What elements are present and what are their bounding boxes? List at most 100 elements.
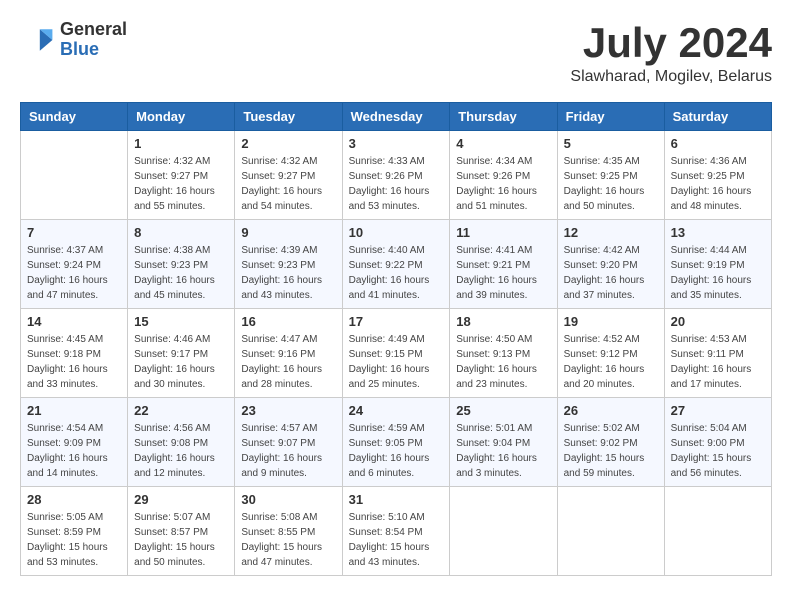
cell-day-number: 23 <box>241 403 335 418</box>
page-header: General Blue July 2024 Slawharad, Mogile… <box>20 20 772 86</box>
cell-day-number: 15 <box>134 314 228 329</box>
cell-day-number: 3 <box>349 136 444 151</box>
cell-day-number: 30 <box>241 492 335 507</box>
cell-day-number: 22 <box>134 403 228 418</box>
cell-sun-info: Sunrise: 5:05 AMSunset: 8:59 PMDaylight:… <box>27 510 121 570</box>
col-header-friday: Friday <box>557 103 664 131</box>
cell-sun-info: Sunrise: 4:50 AMSunset: 9:13 PMDaylight:… <box>456 332 550 392</box>
cell-sun-info: Sunrise: 5:01 AMSunset: 9:04 PMDaylight:… <box>456 421 550 481</box>
cell-sun-info: Sunrise: 4:41 AMSunset: 9:21 PMDaylight:… <box>456 243 550 303</box>
cell-sun-info: Sunrise: 4:38 AMSunset: 9:23 PMDaylight:… <box>134 243 228 303</box>
calendar-cell: 9 Sunrise: 4:39 AMSunset: 9:23 PMDaylight… <box>235 220 342 309</box>
calendar-cell: 17Sunrise: 4:49 AMSunset: 9:15 PMDayligh… <box>342 309 450 398</box>
col-header-monday: Monday <box>128 103 235 131</box>
cell-sun-info: Sunrise: 4:53 AMSunset: 9:11 PMDaylight:… <box>671 332 765 392</box>
calendar-cell: 30 Sunrise: 5:08 AMSunset: 8:55 PMDayligh… <box>235 487 342 576</box>
cell-day-number: 31 <box>349 492 444 507</box>
calendar-cell: 23Sunrise: 4:57 AMSunset: 9:07 PMDayligh… <box>235 398 342 487</box>
cell-day-number: 9 <box>241 225 335 240</box>
cell-sun-info: Sunrise: 4:32 AMSunset: 9:27 PMDaylight:… <box>134 154 228 214</box>
cell-sun-info: Sunrise: 4:34 AMSunset: 9:26 PMDaylight:… <box>456 154 550 214</box>
calendar-cell: 14Sunrise: 4:45 AMSunset: 9:18 PMDayligh… <box>21 309 128 398</box>
cell-day-number: 25 <box>456 403 550 418</box>
cell-day-number: 19 <box>564 314 658 329</box>
col-header-sunday: Sunday <box>21 103 128 131</box>
cell-sun-info: Sunrise: 4:42 AMSunset: 9:20 PMDaylight:… <box>564 243 658 303</box>
calendar-cell: 5Sunrise: 4:35 AMSunset: 9:25 PMDaylight… <box>557 131 664 220</box>
col-header-tuesday: Tuesday <box>235 103 342 131</box>
calendar-cell: 6 Sunrise: 4:36 AMSunset: 9:25 PMDaylight… <box>664 131 771 220</box>
cell-day-number: 28 <box>27 492 121 507</box>
cell-day-number: 10 <box>349 225 444 240</box>
cell-sun-info: Sunrise: 4:47 AMSunset: 9:16 PMDaylight:… <box>241 332 335 392</box>
cell-sun-info: Sunrise: 4:36 AMSunset: 9:25 PMDaylight:… <box>671 154 765 214</box>
calendar-table: SundayMondayTuesdayWednesdayThursdayFrid… <box>20 102 772 576</box>
calendar-cell: 13 Sunrise: 4:44 AMSunset: 9:19 PMDayligh… <box>664 220 771 309</box>
calendar-cell: 26Sunrise: 5:02 AMSunset: 9:02 PMDayligh… <box>557 398 664 487</box>
cell-day-number: 6 <box>671 136 765 151</box>
logo: General Blue <box>20 20 127 60</box>
cell-sun-info: Sunrise: 4:44 AMSunset: 9:19 PMDaylight:… <box>671 243 765 303</box>
col-header-saturday: Saturday <box>664 103 771 131</box>
calendar-week-row: 28 Sunrise: 5:05 AMSunset: 8:59 PMDayligh… <box>21 487 772 576</box>
calendar-cell: 8 Sunrise: 4:38 AMSunset: 9:23 PMDaylight… <box>128 220 235 309</box>
calendar-cell: 3 Sunrise: 4:33 AMSunset: 9:26 PMDaylight… <box>342 131 450 220</box>
col-header-wednesday: Wednesday <box>342 103 450 131</box>
cell-day-number: 18 <box>456 314 550 329</box>
calendar-cell <box>21 131 128 220</box>
calendar-cell: 2Sunrise: 4:32 AMSunset: 9:27 PMDaylight… <box>235 131 342 220</box>
month-title: July 2024 <box>570 20 772 66</box>
cell-day-number: 14 <box>27 314 121 329</box>
cell-day-number: 27 <box>671 403 765 418</box>
calendar-cell: 29Sunrise: 5:07 AMSunset: 8:57 PMDayligh… <box>128 487 235 576</box>
cell-day-number: 4 <box>456 136 550 151</box>
cell-day-number: 11 <box>456 225 550 240</box>
cell-day-number: 8 <box>134 225 228 240</box>
calendar-week-row: 1Sunrise: 4:32 AMSunset: 9:27 PMDaylight… <box>21 131 772 220</box>
cell-sun-info: Sunrise: 4:37 AMSunset: 9:24 PMDaylight:… <box>27 243 121 303</box>
calendar-week-row: 21 Sunrise: 4:54 AMSunset: 9:09 PMDayligh… <box>21 398 772 487</box>
calendar-week-row: 14Sunrise: 4:45 AMSunset: 9:18 PMDayligh… <box>21 309 772 398</box>
calendar-cell: 21 Sunrise: 4:54 AMSunset: 9:09 PMDayligh… <box>21 398 128 487</box>
cell-sun-info: Sunrise: 5:02 AMSunset: 9:02 PMDaylight:… <box>564 421 658 481</box>
cell-sun-info: Sunrise: 5:07 AMSunset: 8:57 PMDaylight:… <box>134 510 228 570</box>
calendar-cell: 31 Sunrise: 5:10 AMSunset: 8:54 PMDayligh… <box>342 487 450 576</box>
calendar-cell: 7 Sunrise: 4:37 AMSunset: 9:24 PMDaylight… <box>21 220 128 309</box>
calendar-cell: 19 Sunrise: 4:52 AMSunset: 9:12 PMDayligh… <box>557 309 664 398</box>
calendar-cell: 1Sunrise: 4:32 AMSunset: 9:27 PMDaylight… <box>128 131 235 220</box>
cell-day-number: 5 <box>564 136 658 151</box>
cell-sun-info: Sunrise: 4:40 AMSunset: 9:22 PMDaylight:… <box>349 243 444 303</box>
cell-day-number: 16 <box>241 314 335 329</box>
cell-sun-info: Sunrise: 5:04 AMSunset: 9:00 PMDaylight:… <box>671 421 765 481</box>
cell-sun-info: Sunrise: 4:39 AMSunset: 9:23 PMDaylight:… <box>241 243 335 303</box>
calendar-cell: 24Sunrise: 4:59 AMSunset: 9:05 PMDayligh… <box>342 398 450 487</box>
calendar-cell: 10 Sunrise: 4:40 AMSunset: 9:22 PMDayligh… <box>342 220 450 309</box>
calendar-header-row: SundayMondayTuesdayWednesdayThursdayFrid… <box>21 103 772 131</box>
cell-day-number: 21 <box>27 403 121 418</box>
calendar-cell <box>557 487 664 576</box>
cell-day-number: 7 <box>27 225 121 240</box>
col-header-thursday: Thursday <box>450 103 557 131</box>
calendar-cell: 11 Sunrise: 4:41 AMSunset: 9:21 PMDayligh… <box>450 220 557 309</box>
calendar-cell: 16 Sunrise: 4:47 AMSunset: 9:16 PMDayligh… <box>235 309 342 398</box>
calendar-cell: 25 Sunrise: 5:01 AMSunset: 9:04 PMDayligh… <box>450 398 557 487</box>
cell-sun-info: Sunrise: 4:49 AMSunset: 9:15 PMDaylight:… <box>349 332 444 392</box>
cell-sun-info: Sunrise: 4:46 AMSunset: 9:17 PMDaylight:… <box>134 332 228 392</box>
cell-sun-info: Sunrise: 4:59 AMSunset: 9:05 PMDaylight:… <box>349 421 444 481</box>
calendar-cell: 4 Sunrise: 4:34 AMSunset: 9:26 PMDaylight… <box>450 131 557 220</box>
cell-sun-info: Sunrise: 5:10 AMSunset: 8:54 PMDaylight:… <box>349 510 444 570</box>
cell-sun-info: Sunrise: 4:54 AMSunset: 9:09 PMDaylight:… <box>27 421 121 481</box>
title-block: July 2024 Slawharad, Mogilev, Belarus <box>570 20 772 86</box>
cell-sun-info: Sunrise: 4:56 AMSunset: 9:08 PMDaylight:… <box>134 421 228 481</box>
cell-day-number: 20 <box>671 314 765 329</box>
calendar-cell: 15 Sunrise: 4:46 AMSunset: 9:17 PMDayligh… <box>128 309 235 398</box>
cell-sun-info: Sunrise: 4:33 AMSunset: 9:26 PMDaylight:… <box>349 154 444 214</box>
cell-day-number: 2 <box>241 136 335 151</box>
calendar-cell: 12Sunrise: 4:42 AMSunset: 9:20 PMDayligh… <box>557 220 664 309</box>
cell-sun-info: Sunrise: 4:52 AMSunset: 9:12 PMDaylight:… <box>564 332 658 392</box>
cell-sun-info: Sunrise: 5:08 AMSunset: 8:55 PMDaylight:… <box>241 510 335 570</box>
calendar-cell: 22 Sunrise: 4:56 AMSunset: 9:08 PMDayligh… <box>128 398 235 487</box>
cell-day-number: 13 <box>671 225 765 240</box>
calendar-week-row: 7 Sunrise: 4:37 AMSunset: 9:24 PMDaylight… <box>21 220 772 309</box>
calendar-cell: 18 Sunrise: 4:50 AMSunset: 9:13 PMDayligh… <box>450 309 557 398</box>
